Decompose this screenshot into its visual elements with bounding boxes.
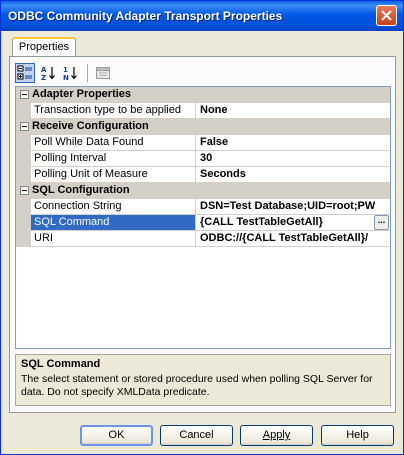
property-name: Polling Unit of Measure [31, 167, 196, 182]
property-row-sql-command[interactable]: SQL Command {CALL TestTableGetAll} ... [16, 215, 390, 231]
sort-order-button[interactable]: 1 N [61, 63, 81, 83]
property-name: SQL Command [31, 215, 196, 230]
alphabetical-button[interactable]: A Z [39, 63, 59, 83]
row-margin [16, 215, 31, 230]
category-label: Adapter Properties [32, 88, 132, 100]
svg-text:1: 1 [63, 66, 68, 74]
close-icon [381, 10, 392, 21]
apply-button[interactable]: Apply [240, 425, 313, 446]
row-margin [16, 199, 31, 214]
property-grid: Adapter Properties Transaction type to b… [15, 86, 391, 349]
property-name: Polling Interval [31, 151, 196, 166]
svg-text:N: N [63, 74, 69, 81]
toolbar-separator [87, 64, 88, 82]
property-pages-icon [96, 67, 110, 79]
property-grid-toolbar: A Z 1 N [15, 61, 390, 85]
properties-panel: A Z 1 N Adapter Properties Transaction t… [9, 56, 396, 413]
property-value[interactable]: ODBC://{CALL TestTableGetAll}/ [197, 231, 390, 246]
description-pane: SQL Command The select statement or stor… [15, 354, 391, 406]
property-value-text: {CALL TestTableGetAll} [200, 216, 323, 228]
sort-alphabetical-icon: A Z [41, 66, 55, 81]
window-title: ODBC Community Adapter Transport Propert… [8, 9, 283, 23]
row-margin [16, 151, 31, 166]
property-row-poll-while-data-found[interactable]: Poll While Data Found False [16, 135, 390, 151]
category-label: SQL Configuration [32, 184, 130, 196]
property-row-transaction-type[interactable]: Transaction type to be applied None [16, 103, 390, 119]
row-margin [16, 167, 31, 182]
category-sql-configuration[interactable]: SQL Configuration [16, 183, 390, 199]
property-name: Connection String [31, 199, 196, 214]
ok-button[interactable]: OK [80, 425, 153, 446]
category-receive-configuration[interactable]: Receive Configuration [16, 119, 390, 135]
category-adapter-properties[interactable]: Adapter Properties [16, 87, 390, 103]
ellipsis-button[interactable]: ... [374, 215, 389, 230]
property-value[interactable]: None [197, 103, 390, 118]
row-margin [16, 103, 31, 118]
row-margin [16, 231, 31, 246]
property-value[interactable]: False [197, 135, 390, 150]
categorized-button[interactable] [15, 63, 35, 83]
property-value[interactable]: DSN=Test Database;UID=root;PW [197, 199, 390, 214]
property-value[interactable]: Seconds [197, 167, 390, 182]
property-value[interactable]: {CALL TestTableGetAll} ... [197, 215, 390, 230]
property-name: Transaction type to be applied [31, 103, 196, 118]
dialog-window: ODBC Community Adapter Transport Propert… [0, 0, 404, 455]
svg-text:A: A [41, 66, 47, 74]
close-button[interactable] [376, 5, 397, 26]
help-button[interactable]: Help [321, 425, 394, 446]
property-row-connection-string[interactable]: Connection String DSN=Test Database;UID=… [16, 199, 390, 215]
title-bar[interactable]: ODBC Community Adapter Transport Propert… [1, 1, 403, 31]
category-label: Receive Configuration [32, 120, 149, 132]
description-title: SQL Command [21, 358, 101, 370]
property-name: URI [31, 231, 196, 246]
description-text: The select statement or stored procedure… [21, 373, 373, 398]
tab-properties[interactable]: Properties [12, 37, 76, 57]
property-row-polling-unit-of-measure[interactable]: Polling Unit of Measure Seconds [16, 167, 390, 183]
row-margin [16, 135, 31, 150]
cancel-button[interactable]: Cancel [160, 425, 233, 446]
collapse-icon[interactable] [20, 90, 29, 99]
sort-numeric-icon: 1 N [63, 66, 77, 81]
property-row-uri[interactable]: URI ODBC://{CALL TestTableGetAll}/ [16, 231, 390, 247]
property-value[interactable]: 30 [197, 151, 390, 166]
categorized-icon [17, 65, 32, 80]
apply-label: Apply [262, 429, 291, 441]
collapse-icon[interactable] [20, 186, 29, 195]
collapse-icon[interactable] [20, 122, 29, 131]
property-row-polling-interval[interactable]: Polling Interval 30 [16, 151, 390, 167]
svg-text:Z: Z [41, 74, 46, 81]
property-name: Poll While Data Found [31, 135, 196, 150]
property-pages-button[interactable] [93, 63, 113, 83]
